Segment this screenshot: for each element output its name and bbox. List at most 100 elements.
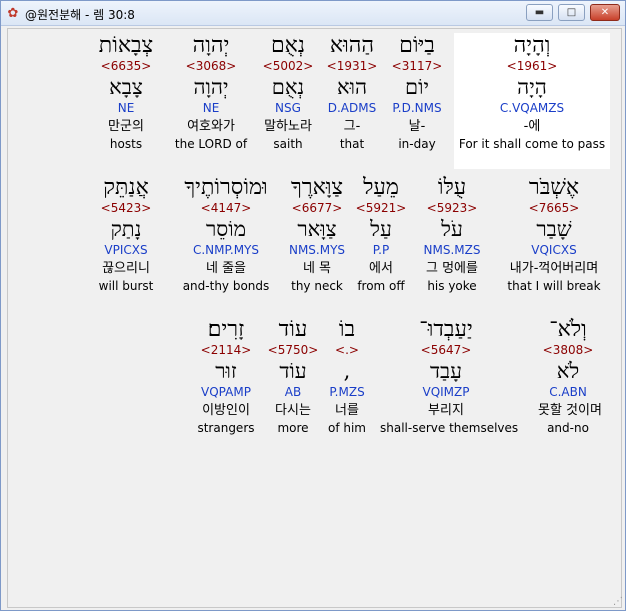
- close-icon: ✕: [600, 7, 610, 18]
- word-block[interactable]: יַעַבְדוּ־ <5647> עָבַד VQIMZP 부리지 shall-serv…: [380, 317, 518, 435]
- hebrew-word: זָרִים׃: [207, 317, 245, 342]
- strong-number[interactable]: <5750>: [266, 343, 320, 359]
- korean-gloss: 그-: [343, 119, 361, 134]
- strong-number[interactable]: <5923>: [412, 201, 492, 217]
- word-block[interactable]: צַוָּארֶךָ <6677> צַוָּאר NMS.MYS 네 목 thy nec…: [284, 175, 350, 293]
- strong-number[interactable]: <2114>: [192, 343, 260, 359]
- word-block[interactable]: בַיּוֹם <3117> יוֹם P.D.NMS 날-in-day: [387, 33, 447, 151]
- strong-number[interactable]: <3808>: [538, 343, 598, 359]
- word-block[interactable]: וְלֹא־ <3808> לֹא C.ABN 못할 것이며 and-no: [538, 317, 602, 435]
- korean-gloss: 내가-꺽어버리며: [509, 261, 599, 276]
- strong-number[interactable]: <5921>: [354, 201, 408, 217]
- resize-grip[interactable]: ⋰: [611, 596, 623, 608]
- parsing-code: P.P: [372, 243, 390, 257]
- strong-number[interactable]: <4147>: [174, 201, 278, 217]
- lexical-form: עֹל: [441, 217, 463, 241]
- english-gloss: more: [277, 421, 309, 435]
- strong-number[interactable]: <5423>: [86, 201, 166, 217]
- korean-gloss: 다시는: [275, 403, 311, 418]
- interlinear-panel[interactable]: וְהָיָה <1961> הָיָה C.VQAMZS -에 For it shall…: [7, 28, 622, 608]
- word-block[interactable]: מֵעַל <5921> עַל P.P 에서 from off: [354, 175, 408, 293]
- english-gloss: his yoke: [427, 279, 477, 293]
- korean-gloss: 끊으리니: [102, 261, 150, 276]
- korean-gloss: 너를: [335, 403, 359, 418]
- strong-number[interactable]: <3117>: [387, 59, 447, 75]
- korean-gloss: 만군의: [108, 119, 144, 134]
- korean-gloss: 부리지: [428, 403, 464, 418]
- hebrew-word: יַעַבְדוּ־: [419, 317, 473, 342]
- parsing-code: VQICXS: [531, 243, 577, 257]
- strong-number[interactable]: <3068>: [168, 59, 254, 75]
- hebrew-word: עֻלּוֹ: [437, 175, 467, 200]
- strong-number[interactable]: <1961>: [454, 59, 610, 75]
- parsing-code: C.ABN: [549, 385, 587, 399]
- word-block[interactable]: נְאֻם <5002> נְאֻם NSG 말하노라 saith: [255, 33, 321, 151]
- strong-number[interactable]: <6677>: [284, 201, 350, 217]
- korean-gloss: -에: [523, 119, 541, 134]
- lexical-form: צַוָּאר: [297, 217, 337, 241]
- hebrew-word: וְלֹא־: [549, 317, 587, 342]
- word-block[interactable]: עֻלּוֹ <5923> עֹל NMS.MZS 그 멍에를 his yoke: [412, 175, 492, 293]
- korean-gloss: 여호와가: [187, 119, 235, 134]
- english-gloss: in-day: [398, 137, 436, 151]
- english-gloss: saith: [273, 137, 303, 151]
- title-bar[interactable]: ✿ @원전분해 - 렘 30:8 ▬ □ ✕: [1, 1, 625, 26]
- lexical-form: צָבָא: [109, 75, 143, 99]
- hebrew-word: נְאֻם: [270, 33, 306, 58]
- strong-number[interactable]: <6635>: [90, 59, 162, 75]
- lexical-form: הוּא: [336, 75, 368, 99]
- parsing-code: NE: [202, 101, 220, 115]
- english-gloss: and-thy bonds: [182, 279, 270, 293]
- strong-number[interactable]: <7665>: [498, 201, 610, 217]
- lexical-form: עַל: [370, 217, 392, 241]
- korean-gloss: 이방인이: [202, 403, 250, 418]
- korean-gloss: 네 목: [302, 261, 332, 276]
- english-gloss: that: [339, 137, 365, 151]
- hebrew-word: אֲנַתֵּק: [103, 175, 149, 200]
- lexical-form: מוֹסֵר: [205, 217, 247, 241]
- word-block[interactable]: צְבָאוֹת <6635> צָבָא NE 만군의 hosts: [90, 33, 162, 151]
- korean-gloss: 네 줄을: [205, 261, 246, 276]
- hebrew-word: מֵעַל: [363, 175, 399, 200]
- english-gloss: of him: [327, 421, 366, 435]
- strong-number[interactable]: <5002>: [255, 59, 321, 75]
- parsing-code: D.ADMS: [327, 101, 377, 115]
- word-block[interactable]: וְהָיָה <1961> הָיָה C.VQAMZS -에 For it shall…: [454, 33, 610, 169]
- english-gloss: the LORD of: [174, 137, 248, 151]
- lexical-form: יוֹם: [405, 75, 429, 99]
- maximize-icon: □: [566, 7, 577, 18]
- korean-gloss: 말하노라: [264, 119, 312, 134]
- close-button[interactable]: ✕: [590, 4, 620, 21]
- strong-number[interactable]: <.>: [326, 343, 368, 359]
- hebrew-word: עוֹד: [278, 317, 308, 342]
- app-logo-icon: ✿: [7, 5, 19, 21]
- word-block[interactable]: זָרִים׃ <2114> זוּר VQPAMP 이방인이 strangers: [192, 317, 260, 435]
- hebrew-word: וּמוֹסְרוֹתֶיךָ: [184, 175, 268, 200]
- maximize-button[interactable]: □: [558, 4, 585, 21]
- lexical-form: הָיָה: [517, 75, 547, 99]
- strong-number[interactable]: <5647>: [380, 343, 512, 359]
- word-block[interactable]: עוֹד <5750> עוֹד AB 다시는 more: [266, 317, 320, 435]
- english-gloss: hosts: [109, 137, 143, 151]
- window-title: @원전분해 - 렘 30:8: [25, 8, 135, 22]
- word-block[interactable]: יְהוָה <3068> יְהוָה NE 여호와가 the LORD of: [168, 33, 254, 151]
- parsing-code: NSG: [275, 101, 301, 115]
- minimize-button[interactable]: ▬: [526, 4, 553, 21]
- english-gloss: For it shall come to pass: [458, 137, 606, 151]
- word-block[interactable]: אֲנַתֵּק <5423> נָתַק VPICXS 끊으리니 will burst: [86, 175, 166, 293]
- strong-number[interactable]: <1931>: [321, 59, 383, 75]
- parsing-code: VPICXS: [104, 243, 148, 257]
- parsing-code: P.MZS: [329, 385, 365, 399]
- hebrew-word: יְהוָה: [192, 33, 230, 58]
- lexical-form: לֹא: [556, 359, 580, 383]
- hebrew-word: בוֹ: [338, 317, 356, 342]
- word-block[interactable]: וּמוֹסְרוֹתֶיךָ <4147> מוֹסֵר C.NMP.MYS 네 줄을…: [174, 175, 278, 293]
- lexical-form: נְאֻם: [271, 75, 305, 99]
- english-gloss: from off: [357, 279, 405, 293]
- word-block[interactable]: הַהוּא <1931> הוּא D.ADMS 그-that: [321, 33, 383, 151]
- word-block[interactable]: בוֹ <.>, P.MZS 너를 of him: [326, 317, 368, 435]
- word-block[interactable]: אֶשְׁבֹּר <7665> שָׁבַר VQICXS 내가-꺽어버리며 that …: [498, 175, 610, 293]
- english-gloss: that I will break: [507, 279, 601, 293]
- parsing-code: P.D.NMS: [392, 101, 442, 115]
- parsing-code: NMS.MZS: [423, 243, 481, 257]
